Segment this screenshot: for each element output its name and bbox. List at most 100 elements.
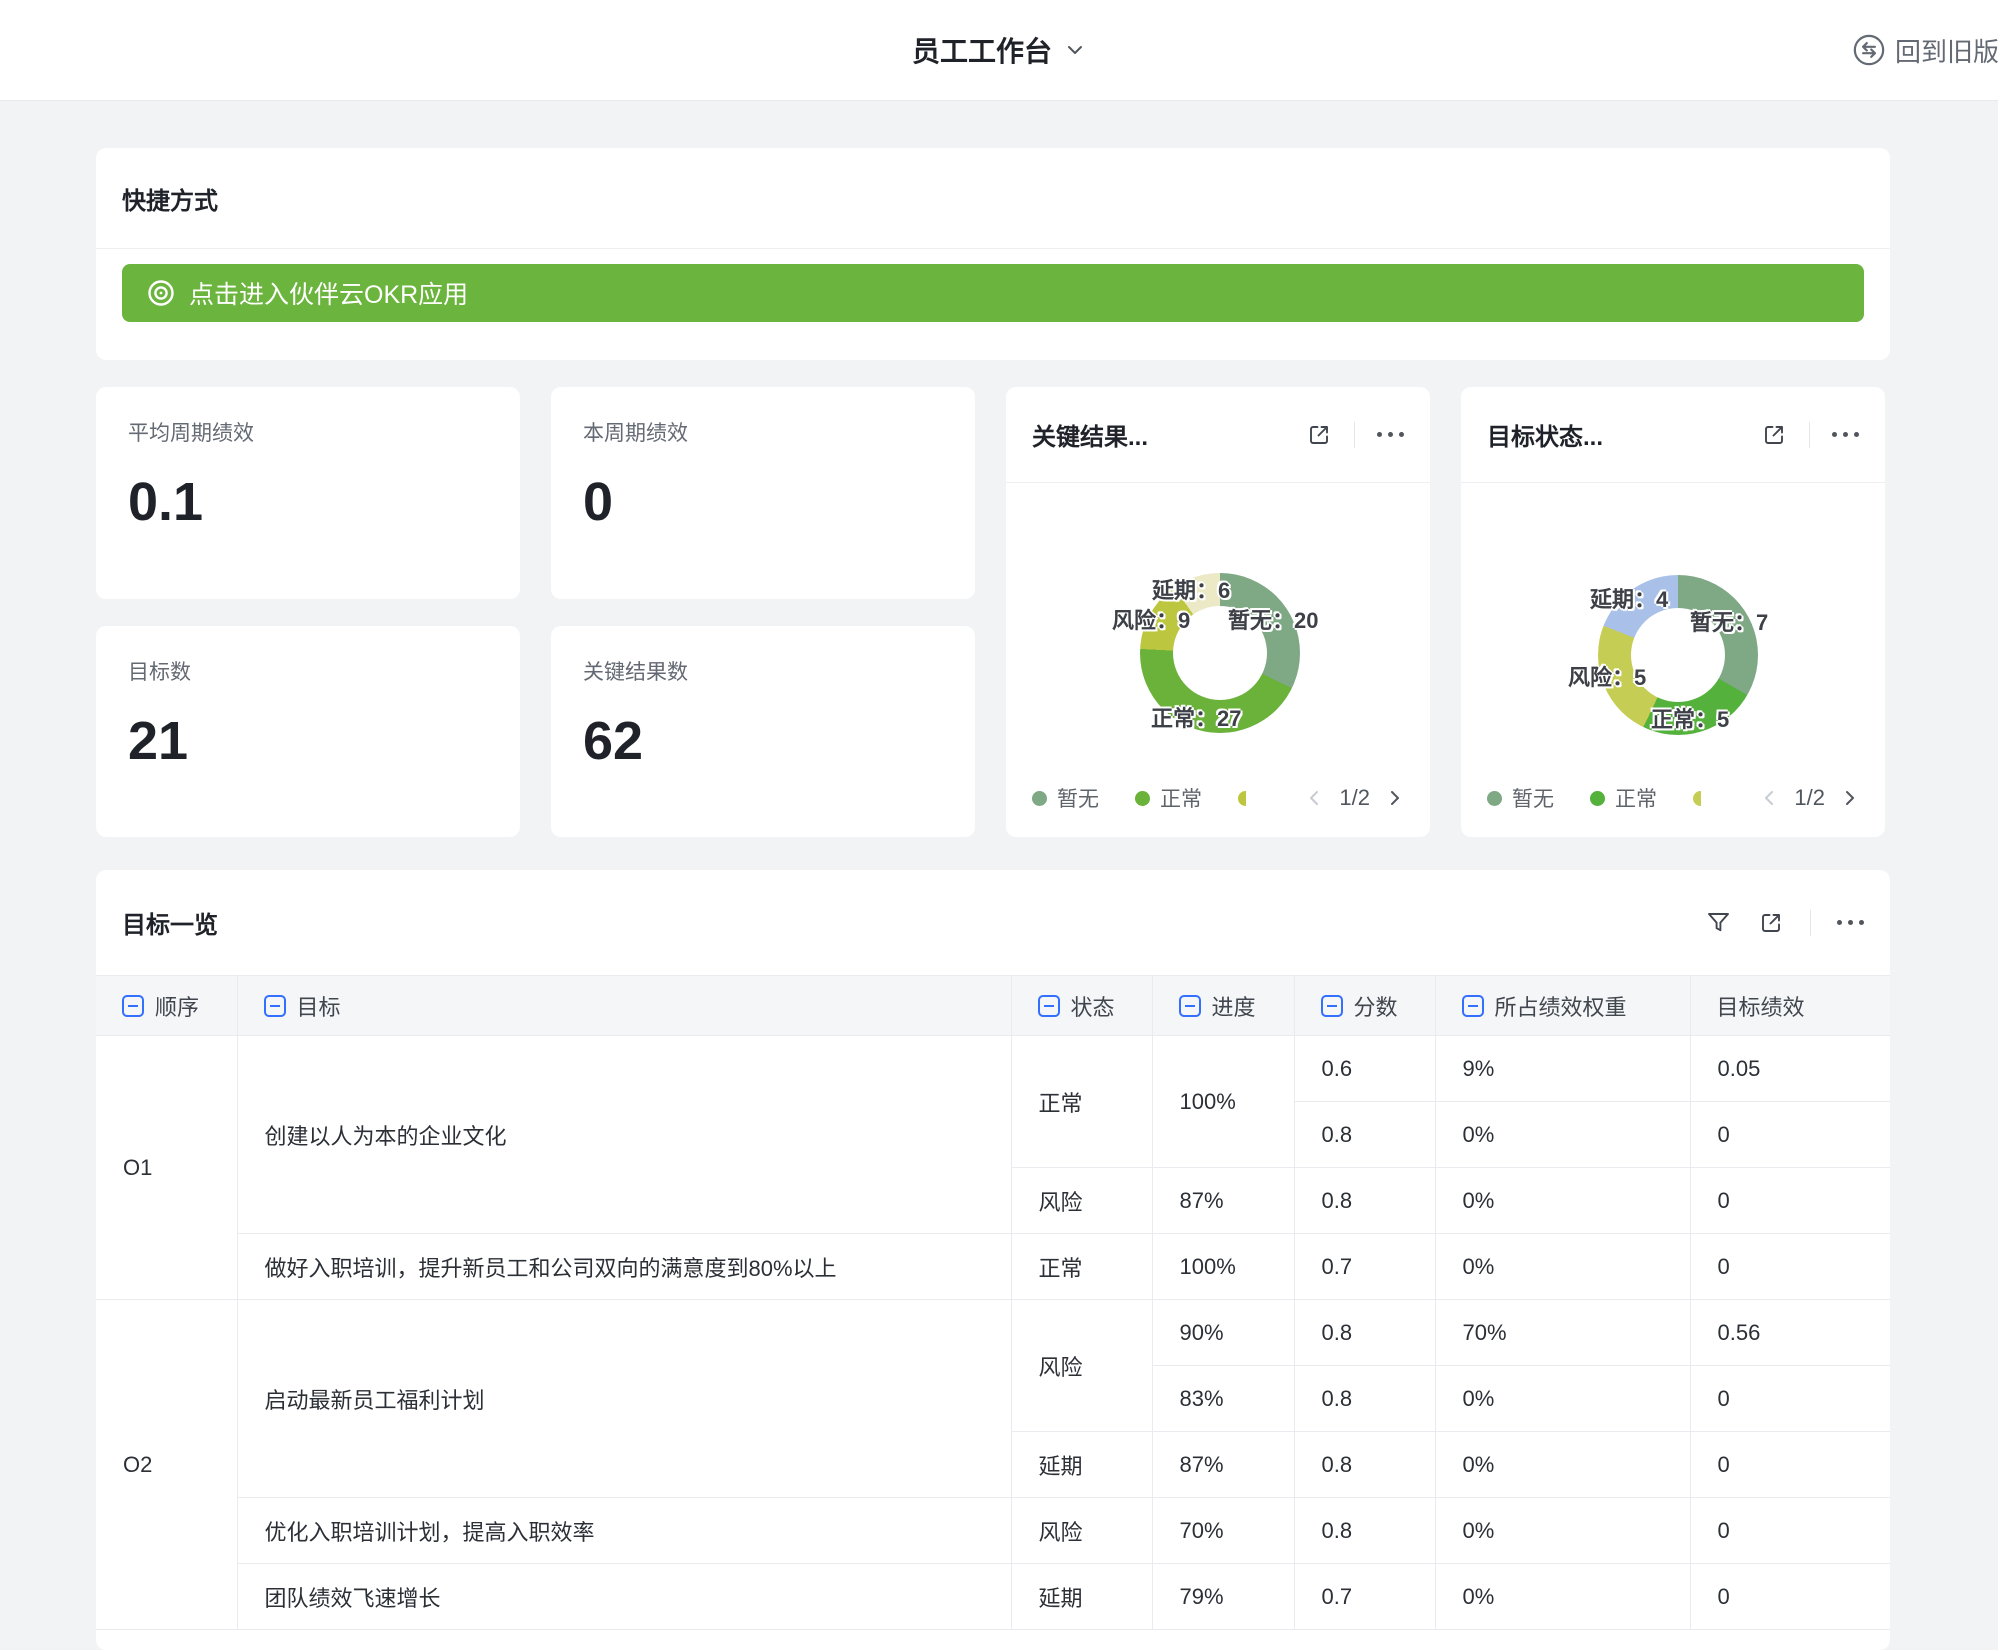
performance-cell: 0 — [1690, 1366, 1890, 1432]
pager-prev-icon[interactable] — [1760, 789, 1778, 807]
more-actions-icon[interactable] — [1832, 428, 1859, 441]
pager-next-icon[interactable] — [1841, 789, 1859, 807]
donut-chart: 暂无：7正常：5风险：5延期：4 — [1461, 483, 1885, 759]
score-cell: 0.7 — [1294, 1564, 1435, 1630]
performance-cell: 0 — [1690, 1564, 1890, 1630]
legend-item[interactable]: 暂无 — [1032, 783, 1099, 813]
donut-slice-label: 正常：27 — [1151, 701, 1241, 733]
progress-cell: 87% — [1152, 1168, 1294, 1234]
weight-cell: 0% — [1435, 1564, 1690, 1630]
okr-target-icon — [146, 278, 176, 308]
weight-cell: 0% — [1435, 1168, 1690, 1234]
performance-cell: 0.05 — [1690, 1036, 1890, 1102]
donut-slice-label: 风险：5 — [1568, 660, 1646, 692]
score-cell: 0.8 — [1294, 1300, 1435, 1366]
table-row: O2启动最新员工福利计划风险90%0.870%0.56 — [96, 1300, 1890, 1366]
score-cell: 0.8 — [1294, 1498, 1435, 1564]
legend-pager: 1/2 — [1760, 785, 1859, 811]
performance-cell: 0.56 — [1690, 1300, 1890, 1366]
shortcut-card-title: 快捷方式 — [122, 181, 218, 216]
legend-clipped-dot-icon[interactable] — [1693, 791, 1701, 806]
table-row: 优化入职培训计划，提高入职效率风险70%0.80%0 — [96, 1498, 1890, 1564]
donut-chart: 暂无：20正常：27风险：9延期：6 — [1006, 483, 1430, 759]
score-cell: 0.6 — [1294, 1036, 1435, 1102]
collapse-column-icon[interactable] — [122, 995, 144, 1017]
goal-cell: 优化入职培训计划，提高入职效率 — [237, 1498, 1011, 1564]
goals-card-actions — [1705, 909, 1864, 936]
stat-card: 关键结果数 62 — [551, 626, 975, 838]
stat-value: 0.1 — [128, 471, 488, 533]
chart-legend: 暂无 正常 1/2 — [1006, 759, 1430, 837]
more-actions-icon[interactable] — [1837, 916, 1864, 929]
shortcut-card-header: 快捷方式 — [96, 148, 1890, 249]
stat-value: 21 — [128, 710, 488, 772]
legend-item[interactable]: 正常 — [1135, 783, 1202, 813]
table-row: O1创建以人为本的企业文化正常100%0.69%0.05 — [96, 1036, 1890, 1102]
weight-cell: 0% — [1435, 1102, 1690, 1168]
column-header-label: 状态 — [1071, 990, 1115, 1022]
pager-next-icon[interactable] — [1386, 789, 1404, 807]
goals-table: 顺序目标状态进度分数所占绩效权重目标绩效 O1创建以人为本的企业文化正常100%… — [96, 975, 1890, 1630]
chart-card-title: 目标状态... — [1487, 417, 1603, 452]
collapse-column-icon[interactable] — [1038, 995, 1060, 1017]
summary-row: 平均周期绩效 0.1 本周期绩效 0 目标数 21 关键结果数 62 关键结果.… — [96, 387, 1890, 837]
chart-card-header: 关键结果... — [1006, 387, 1430, 483]
weight-cell: 0% — [1435, 1498, 1690, 1564]
open-in-new-icon[interactable] — [1306, 422, 1332, 448]
open-in-new-icon[interactable] — [1761, 422, 1787, 448]
divider — [1810, 910, 1811, 936]
legend-item[interactable]: 正常 — [1590, 783, 1657, 813]
divider — [1809, 422, 1810, 448]
stat-card: 本周期绩效 0 — [551, 387, 975, 599]
status-cell: 延期 — [1011, 1432, 1152, 1498]
status-cell: 风险 — [1011, 1168, 1152, 1234]
column-header-label: 分数 — [1354, 990, 1398, 1022]
column-header: 分数 — [1294, 976, 1435, 1036]
open-okr-app-button[interactable]: 点击进入伙伴云OKR应用 — [122, 264, 1864, 322]
column-header: 所占绩效权重 — [1435, 976, 1690, 1036]
pager-text: 1/2 — [1339, 785, 1370, 811]
score-cell: 0.8 — [1294, 1102, 1435, 1168]
shortcut-card: 快捷方式 点击进入伙伴云OKR应用 — [96, 148, 1890, 360]
stats-grid: 平均周期绩效 0.1 本周期绩效 0 目标数 21 关键结果数 62 — [96, 387, 975, 837]
chevron-down-icon — [1064, 39, 1086, 61]
column-header-label: 目标 — [297, 990, 341, 1022]
collapse-column-icon[interactable] — [1462, 995, 1484, 1017]
performance-cell: 0 — [1690, 1432, 1890, 1498]
collapse-column-icon[interactable] — [1321, 995, 1343, 1017]
collapse-column-icon[interactable] — [1179, 995, 1201, 1017]
legend-pager: 1/2 — [1305, 785, 1404, 811]
open-okr-app-label: 点击进入伙伴云OKR应用 — [189, 275, 468, 311]
page-content: 快捷方式 点击进入伙伴云OKR应用 平均周期绩效 0.1 本周期绩效 0 — [96, 148, 1890, 1650]
legend-item[interactable]: 暂无 — [1487, 783, 1554, 813]
pager-prev-icon[interactable] — [1305, 789, 1323, 807]
performance-cell: 0 — [1690, 1234, 1890, 1300]
score-cell: 0.8 — [1294, 1432, 1435, 1498]
progress-cell: 100% — [1152, 1036, 1294, 1168]
stat-label: 本周期绩效 — [583, 417, 943, 447]
donut-slice-label: 风险：9 — [1112, 603, 1190, 635]
column-header: 目标绩效 — [1690, 976, 1890, 1036]
back-to-old-version-button[interactable]: 回到旧版 — [1853, 0, 1998, 100]
collapse-column-icon[interactable] — [264, 995, 286, 1017]
column-header-label: 顺序 — [155, 990, 199, 1022]
legend-clipped-dot-icon[interactable] — [1238, 791, 1246, 806]
workbench-switcher[interactable]: 员工工作台 — [0, 0, 1998, 100]
progress-cell: 79% — [1152, 1564, 1294, 1630]
chart-legend: 暂无 正常 1/2 — [1461, 759, 1885, 837]
goals-card: 目标一览 顺序目标状态进度分数所占绩效权重目标绩效 O1创建以人为本的企业文化正… — [96, 870, 1890, 1650]
goal-cell: 做好入职培训，提升新员工和公司双向的满意度到80%以上 — [237, 1234, 1011, 1300]
status-cell: 延期 — [1011, 1564, 1152, 1630]
weight-cell: 0% — [1435, 1432, 1690, 1498]
progress-cell: 87% — [1152, 1432, 1294, 1498]
progress-cell: 100% — [1152, 1234, 1294, 1300]
shortcut-card-body: 点击进入伙伴云OKR应用 — [96, 249, 1890, 360]
open-in-new-icon[interactable] — [1758, 910, 1784, 936]
stat-card: 平均周期绩效 0.1 — [96, 387, 520, 599]
score-cell: 0.8 — [1294, 1168, 1435, 1234]
more-actions-icon[interactable] — [1377, 428, 1404, 441]
status-cell: 风险 — [1011, 1300, 1152, 1432]
progress-cell: 70% — [1152, 1498, 1294, 1564]
filter-icon[interactable] — [1705, 909, 1732, 936]
performance-cell: 0 — [1690, 1102, 1890, 1168]
